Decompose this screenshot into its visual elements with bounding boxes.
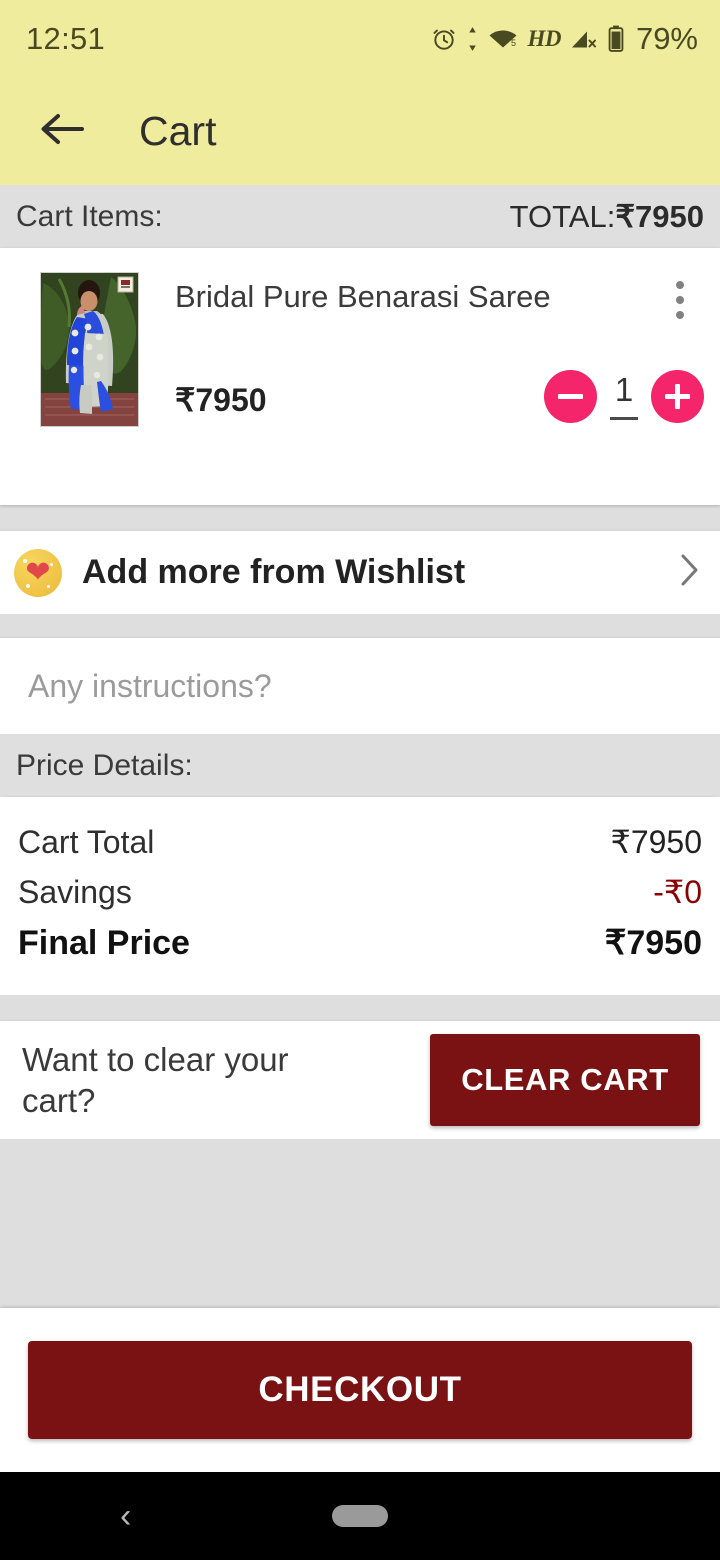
hd-icon: HD [527,26,561,51]
kebab-dot-icon [676,311,684,319]
kebab-dot-icon [676,296,684,304]
cart-items-label: Cart Items: [16,199,163,233]
cart-item-row[interactable]: Bridal Pure Benarasi Saree ₹7950 1 [0,248,720,505]
section-gap [0,614,720,638]
home-indicator-icon[interactable] [332,1505,388,1527]
system-navigation-bar: ‹ [0,1472,720,1560]
status-bar: 12:51 5 HD 79% [0,0,720,78]
page-title: Cart [139,108,217,154]
app-bar: Cart [0,78,720,185]
data-transfer-icon [466,26,479,52]
quantity-value: 1 [614,371,634,408]
section-gap [0,505,720,531]
cart-items-header: Cart Items: TOTAL:₹7950 [0,185,720,248]
status-time: 12:51 [26,21,106,56]
price-row-cart-total: Cart Total ₹7950 [14,817,706,867]
clear-cart-card: Want to clear your cart? CLEAR CART [0,1021,720,1139]
product-title[interactable]: Bridal Pure Benarasi Saree [175,278,551,315]
price-details-header: Price Details: [0,734,720,797]
plus-icon [665,384,690,409]
cart-total-summary: TOTAL:₹7950 [510,199,704,235]
battery-icon [607,25,625,53]
price-details-label: Price Details: [16,748,193,782]
price-row-savings: Savings -₹0 [14,867,706,917]
bottom-gap [0,1139,720,1289]
price-details-card: Cart Total ₹7950 Savings -₹0 Final Price… [0,797,720,995]
quantity-underline [610,417,638,420]
increase-quantity-button[interactable] [651,370,704,423]
price-label: Final Price [18,924,190,962]
quantity-stepper: 1 [544,370,704,423]
checkout-button[interactable]: CHECKOUT [28,1341,692,1439]
instructions-input[interactable] [28,667,692,705]
minus-icon [558,394,583,399]
wifi-icon: 5 [488,26,518,52]
instructions-field-container[interactable] [0,638,720,734]
alarm-icon [431,26,457,52]
product-price: ₹7950 [175,382,267,418]
price-value: ₹7950 [604,924,702,962]
clear-cart-question: Want to clear your cart? [22,1040,289,1119]
quantity-field[interactable]: 1 [601,373,647,420]
svg-text:5: 5 [511,38,516,48]
checkout-footer: CHECKOUT [0,1308,720,1472]
price-label: Savings [18,874,132,910]
battery-percent: 79% [635,21,698,56]
total-value: ₹7950 [615,198,704,234]
item-overflow-menu-button[interactable] [656,272,704,328]
back-arrow-icon [38,109,86,154]
decrease-quantity-button[interactable] [544,370,597,423]
system-back-icon[interactable]: ‹ [120,1497,131,1536]
cart-content: Cart Items: TOTAL:₹7950 Bridal Pure Bena… [0,185,720,1308]
kebab-dot-icon [676,281,684,289]
total-prefix: TOTAL: [509,198,616,234]
price-value: ₹7950 [610,824,702,860]
status-icons: 5 HD 79% [431,21,698,57]
sparkling-heart-icon: ❤ [14,548,62,597]
signal-off-icon [570,26,598,52]
add-from-wishlist-row[interactable]: ❤ Add more from Wishlist [0,531,720,614]
wishlist-label: Add more from Wishlist [82,553,466,591]
price-row-final-price: Final Price ₹7950 [14,917,706,969]
clear-cart-button[interactable]: CLEAR CART [430,1034,700,1126]
chevron-right-icon [676,550,702,595]
section-gap [0,995,720,1021]
product-thumbnail[interactable] [40,272,139,427]
price-value: -₹0 [653,874,702,910]
back-button[interactable] [32,102,92,162]
price-label: Cart Total [18,824,155,860]
